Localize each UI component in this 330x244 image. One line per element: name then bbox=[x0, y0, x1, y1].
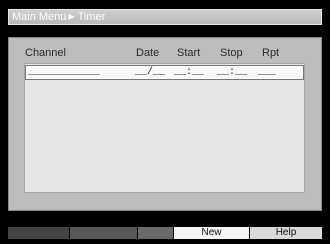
timer-row[interactable]: ____________ __/__ __:__ __:__ ___ bbox=[25, 65, 304, 80]
color-key-bar: New Help bbox=[8, 227, 322, 239]
red-key-button[interactable] bbox=[8, 227, 70, 239]
timer-list[interactable]: ____________ __/__ __:__ __:__ ___ bbox=[24, 63, 305, 193]
yellow-key-button[interactable] bbox=[138, 227, 174, 239]
column-header-repeat: Rpt bbox=[262, 47, 280, 59]
timer-start-field[interactable]: __:__ bbox=[174, 66, 204, 79]
timer-repeat-field[interactable]: ___ bbox=[258, 66, 276, 79]
column-header-date: Date bbox=[136, 47, 160, 59]
timer-channel-field[interactable]: ____________ bbox=[28, 66, 100, 79]
new-button[interactable]: New bbox=[174, 227, 250, 239]
column-header-start: Start bbox=[177, 47, 201, 59]
column-header-stop: Stop bbox=[220, 47, 243, 59]
breadcrumb-separator-icon: ▶ bbox=[68, 12, 75, 21]
breadcrumb-timer: Timer bbox=[77, 11, 106, 23]
timer-date-field[interactable]: __/__ bbox=[135, 66, 165, 79]
timer-panel: Channel Date Start Stop Rpt ____________… bbox=[8, 37, 322, 211]
breadcrumb-main-menu[interactable]: Main Menu bbox=[12, 11, 66, 23]
breadcrumb: Main Menu ▶ Timer bbox=[8, 9, 322, 25]
timer-stop-field[interactable]: __:__ bbox=[217, 66, 247, 79]
column-header: Channel Date Start Stop Rpt bbox=[9, 47, 321, 61]
column-header-channel: Channel bbox=[25, 47, 66, 59]
help-button[interactable]: Help bbox=[250, 227, 322, 239]
green-key-button[interactable] bbox=[70, 227, 138, 239]
